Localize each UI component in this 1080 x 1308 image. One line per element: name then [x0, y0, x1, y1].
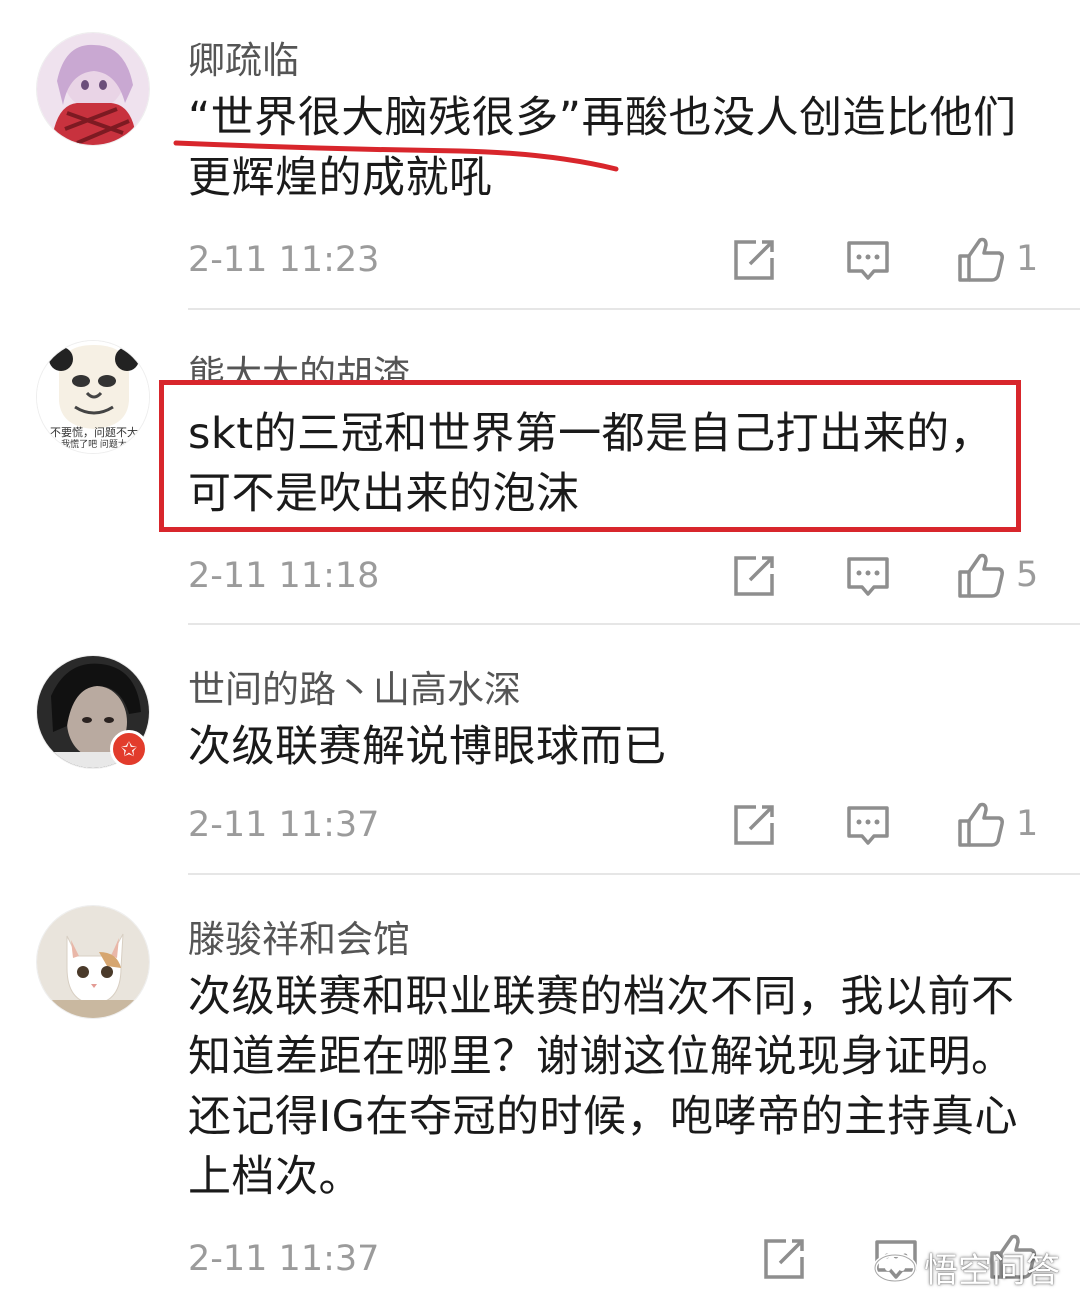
username[interactable]: 滕骏祥和会馆 [188, 909, 410, 963]
avatar-caption: 不要慌，问题不大 我慌了吧 问题大 [50, 426, 138, 450]
timestamp: 2-11 11:18 [188, 556, 380, 596]
comment-text: 次级联赛和职业联赛的档次不同，我以前不知道差距在哪里？谢谢这位解说现身证明。还记… [188, 972, 1019, 1202]
reply-button[interactable] [844, 801, 892, 849]
watermark: 悟空问答 [872, 1243, 1060, 1292]
repost-button[interactable] [760, 1235, 808, 1283]
comment-3: ✩ 世间的路丶山高水深 次级联赛解说博眼球而已 2-11 11:37 1 [0, 625, 1080, 875]
repost-button[interactable] [730, 236, 778, 284]
comment-text: 次级联赛解说博眼球而已 [188, 722, 667, 772]
wukong-logo-icon [873, 1252, 917, 1283]
username[interactable]: 卿疏临 [188, 30, 299, 84]
comment-icon [847, 806, 889, 845]
username[interactable]: 世间的路丶山高水深 [188, 659, 521, 713]
comment-icon [847, 241, 889, 280]
like-button[interactable]: 1 [956, 799, 1038, 849]
cat-avatar-icon [37, 906, 149, 1018]
comment-1: 卿疏临 “世界很大脑残很多”再酸也没人创造比他们更辉煌的成就吼 2-11 11:… [0, 0, 1080, 310]
repost-icon [764, 1239, 804, 1279]
timestamp: 2-11 11:23 [188, 240, 380, 280]
avatar[interactable] [36, 32, 150, 146]
comment-2: 不要慌，问题不大 我慌了吧 问题大 熊大大的胡渣 skt的三冠和世界第一都是自己… [0, 310, 1080, 624]
timestamp: 2-11 11:37 [188, 805, 380, 845]
reply-button[interactable] [844, 236, 892, 284]
like-count: 1 [1016, 804, 1039, 844]
red-underline-annotation [173, 140, 619, 172]
timestamp: 2-11 11:37 [188, 1239, 380, 1279]
like-count: 5 [1016, 555, 1039, 595]
verified-badge-icon: ✩ [110, 730, 148, 768]
avatar[interactable] [36, 905, 150, 1019]
avatar[interactable]: 不要慌，问题不大 我慌了吧 问题大 [36, 340, 150, 454]
thumbs-up-icon [958, 553, 1004, 598]
repost-icon [734, 240, 774, 280]
like-button[interactable]: 1 [956, 234, 1038, 284]
anime-girl-avatar-icon [37, 33, 149, 145]
thumbs-up-icon [958, 802, 1004, 847]
repost-button[interactable] [730, 552, 778, 600]
reply-button[interactable] [844, 552, 892, 600]
like-count: 1 [1016, 239, 1039, 279]
thumbs-up-icon [958, 237, 1004, 282]
repost-icon [734, 556, 774, 596]
repost-button[interactable] [730, 801, 778, 849]
like-button[interactable]: 5 [956, 550, 1038, 600]
watermark-text: 悟空问答 [924, 1251, 1060, 1291]
repost-icon [734, 805, 774, 845]
comment-text: skt的三冠和世界第一都是自己打出来的，可不是吹出来的泡沫 [188, 409, 994, 519]
comment-icon [847, 557, 889, 596]
